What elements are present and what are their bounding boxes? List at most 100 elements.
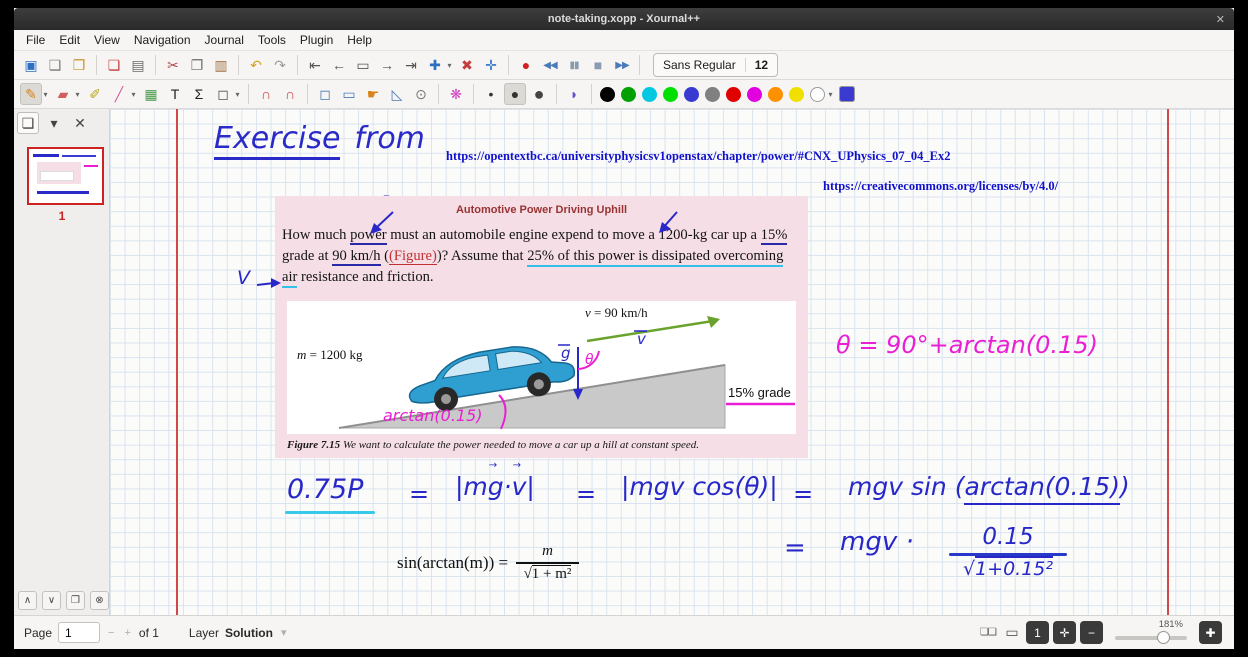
color-dropdown-icon[interactable]: ▾ [826, 83, 835, 105]
cut-icon[interactable]: ✂ [162, 54, 184, 76]
preview-close-icon[interactable]: ✕ [69, 112, 91, 134]
pause-icon[interactable]: ▮▮ [563, 54, 585, 76]
menu-file[interactable]: File [19, 33, 52, 47]
color-red-swatch[interactable] [726, 87, 741, 102]
last-page-icon[interactable]: ⇥ [400, 54, 422, 76]
copy-page-button[interactable]: ❐ [66, 591, 85, 610]
goto-page-icon[interactable]: ▭ [352, 54, 374, 76]
stop-icon[interactable]: ■ [587, 54, 609, 76]
previous-page-icon[interactable]: ← [328, 54, 350, 76]
math-tex-icon[interactable]: Σ [188, 83, 210, 105]
eraser-dropdown-icon[interactable]: ▾ [73, 83, 82, 105]
export-pdf-icon[interactable]: ❏ [103, 54, 125, 76]
zoom-out-button[interactable]: − [1080, 621, 1103, 644]
snap-rotation-icon[interactable]: ∩ [255, 83, 277, 105]
line-width-fine-icon[interactable]: • [480, 83, 502, 105]
copy-icon[interactable]: ❐ [186, 54, 208, 76]
paste-icon[interactable]: ▥ [210, 54, 232, 76]
presentation-mode-icon[interactable]: ▭ [1001, 622, 1023, 644]
menu-journal[interactable]: Journal [198, 33, 251, 47]
current-color-indicator[interactable] [839, 86, 855, 102]
font-name[interactable]: Sans Regular [663, 58, 736, 72]
color-yellow-swatch[interactable] [789, 87, 804, 102]
record-audio-icon[interactable]: ● [515, 54, 537, 76]
layer-selector[interactable]: Solution [225, 626, 273, 640]
page-increment-button[interactable]: + [122, 627, 132, 639]
print-icon[interactable]: ▤ [127, 54, 149, 76]
color-blue-swatch[interactable] [684, 87, 699, 102]
document-canvas[interactable]: Exercisefrom https://opentextbc.ca/unive… [110, 109, 1234, 615]
page-down-button[interactable]: ∨ [42, 591, 61, 610]
window-close-button[interactable]: ✕ [1216, 8, 1225, 30]
fill-tool-icon[interactable]: ◗ [563, 83, 585, 105]
line-width-thick-icon[interactable]: ● [528, 83, 550, 105]
menu-help[interactable]: Help [340, 33, 379, 47]
page-up-button[interactable]: ∧ [18, 591, 37, 610]
preview-dropdown-icon[interactable]: ▾ [43, 112, 65, 134]
next-page-icon[interactable]: → [376, 54, 398, 76]
shape-recognizer-icon[interactable]: ❋ [445, 83, 467, 105]
eraser-tool-icon[interactable]: ▰ [52, 83, 74, 105]
font-size[interactable]: 12 [745, 58, 768, 72]
color-magenta-swatch[interactable] [747, 87, 762, 102]
ruler-tool-icon[interactable]: ╱ [108, 83, 130, 105]
color-cyan-swatch[interactable] [642, 87, 657, 102]
font-selector[interactable]: Sans Regular 12 [653, 53, 778, 77]
text-tool-icon[interactable]: T [164, 83, 186, 105]
source-link[interactable]: https://opentextbc.ca/universityphysicsv… [446, 149, 951, 164]
menu-edit[interactable]: Edit [52, 33, 87, 47]
single-page-button[interactable]: 1 [1026, 621, 1049, 644]
rewind-icon[interactable]: ◀◀ [539, 54, 561, 76]
color-gray-swatch[interactable] [705, 87, 720, 102]
open-file-icon[interactable]: ❒ [68, 54, 90, 76]
highlighter-tool-icon[interactable]: ✐ [84, 83, 106, 105]
zoom-slider-handle[interactable] [1157, 631, 1170, 644]
color-white-swatch[interactable] [810, 87, 825, 102]
add-page-dropdown-icon[interactable]: ▾ [445, 54, 454, 76]
delete-page-icon[interactable]: ✖ [456, 54, 478, 76]
page-number-input[interactable] [58, 622, 100, 643]
layer-dropdown-icon[interactable]: ▾ [279, 626, 289, 639]
menu-tools[interactable]: Tools [251, 33, 293, 47]
color-black-swatch[interactable] [600, 87, 615, 102]
license-link[interactable]: https://creativecommons.org/licenses/by/… [823, 179, 1058, 194]
select-object-icon[interactable]: ▭ [338, 83, 360, 105]
new-document-icon[interactable]: ❑ [44, 54, 66, 76]
line-width-medium-icon[interactable]: ● [504, 83, 526, 105]
menu-view[interactable]: View [87, 33, 127, 47]
color-light-green-swatch[interactable] [663, 87, 678, 102]
redo-icon[interactable]: ↷ [269, 54, 291, 76]
image-tool-icon[interactable]: ▦ [140, 83, 162, 105]
page-decrement-button[interactable]: − [106, 627, 116, 639]
shape-dropdown-icon[interactable]: ▾ [233, 83, 242, 105]
add-page-icon[interactable]: ✚ [424, 54, 446, 76]
menu-navigation[interactable]: Navigation [127, 33, 198, 47]
page-thumbnail[interactable] [27, 147, 104, 205]
first-page-icon[interactable]: ⇤ [304, 54, 326, 76]
fullscreen-icon[interactable]: ✛ [480, 54, 502, 76]
zoom-slider[interactable]: 181% [1115, 619, 1187, 647]
delete-page-button[interactable]: ⊗ [90, 591, 109, 610]
pen-tool-icon[interactable]: ✎ [20, 83, 42, 105]
menu-plugin[interactable]: Plugin [293, 33, 340, 47]
hand-tool-icon[interactable]: ☛ [362, 83, 384, 105]
two-page-view-icon[interactable]: ❏❏ [977, 622, 999, 644]
snap-grid-icon[interactable]: ∩ [279, 83, 301, 105]
title-bar[interactable]: note-taking.xopp - Xournal++ ✕ [14, 8, 1234, 30]
ruler-dropdown-icon[interactable]: ▾ [129, 83, 138, 105]
color-green-swatch[interactable] [621, 87, 636, 102]
undo-icon[interactable]: ↶ [245, 54, 267, 76]
compass-icon[interactable]: ⊙ [410, 83, 432, 105]
figure-link[interactable]: (Figure) [389, 248, 437, 265]
preview-layers-icon[interactable]: ❏ [17, 112, 39, 134]
save-icon[interactable]: ▣ [20, 54, 42, 76]
setsquare-icon[interactable]: ◺ [386, 83, 408, 105]
pen-dropdown-icon[interactable]: ▾ [41, 83, 50, 105]
shape-tool-icon[interactable]: ◻ [212, 83, 234, 105]
zoom-fit-button[interactable]: ✛ [1053, 621, 1076, 644]
forward-icon[interactable]: ▶▶ [611, 54, 633, 76]
color-orange-swatch[interactable] [768, 87, 783, 102]
select-region-icon[interactable]: ◻ [314, 83, 336, 105]
zoom-in-button[interactable]: ✚ [1199, 621, 1222, 644]
zoom-slider-track[interactable] [1115, 636, 1187, 640]
